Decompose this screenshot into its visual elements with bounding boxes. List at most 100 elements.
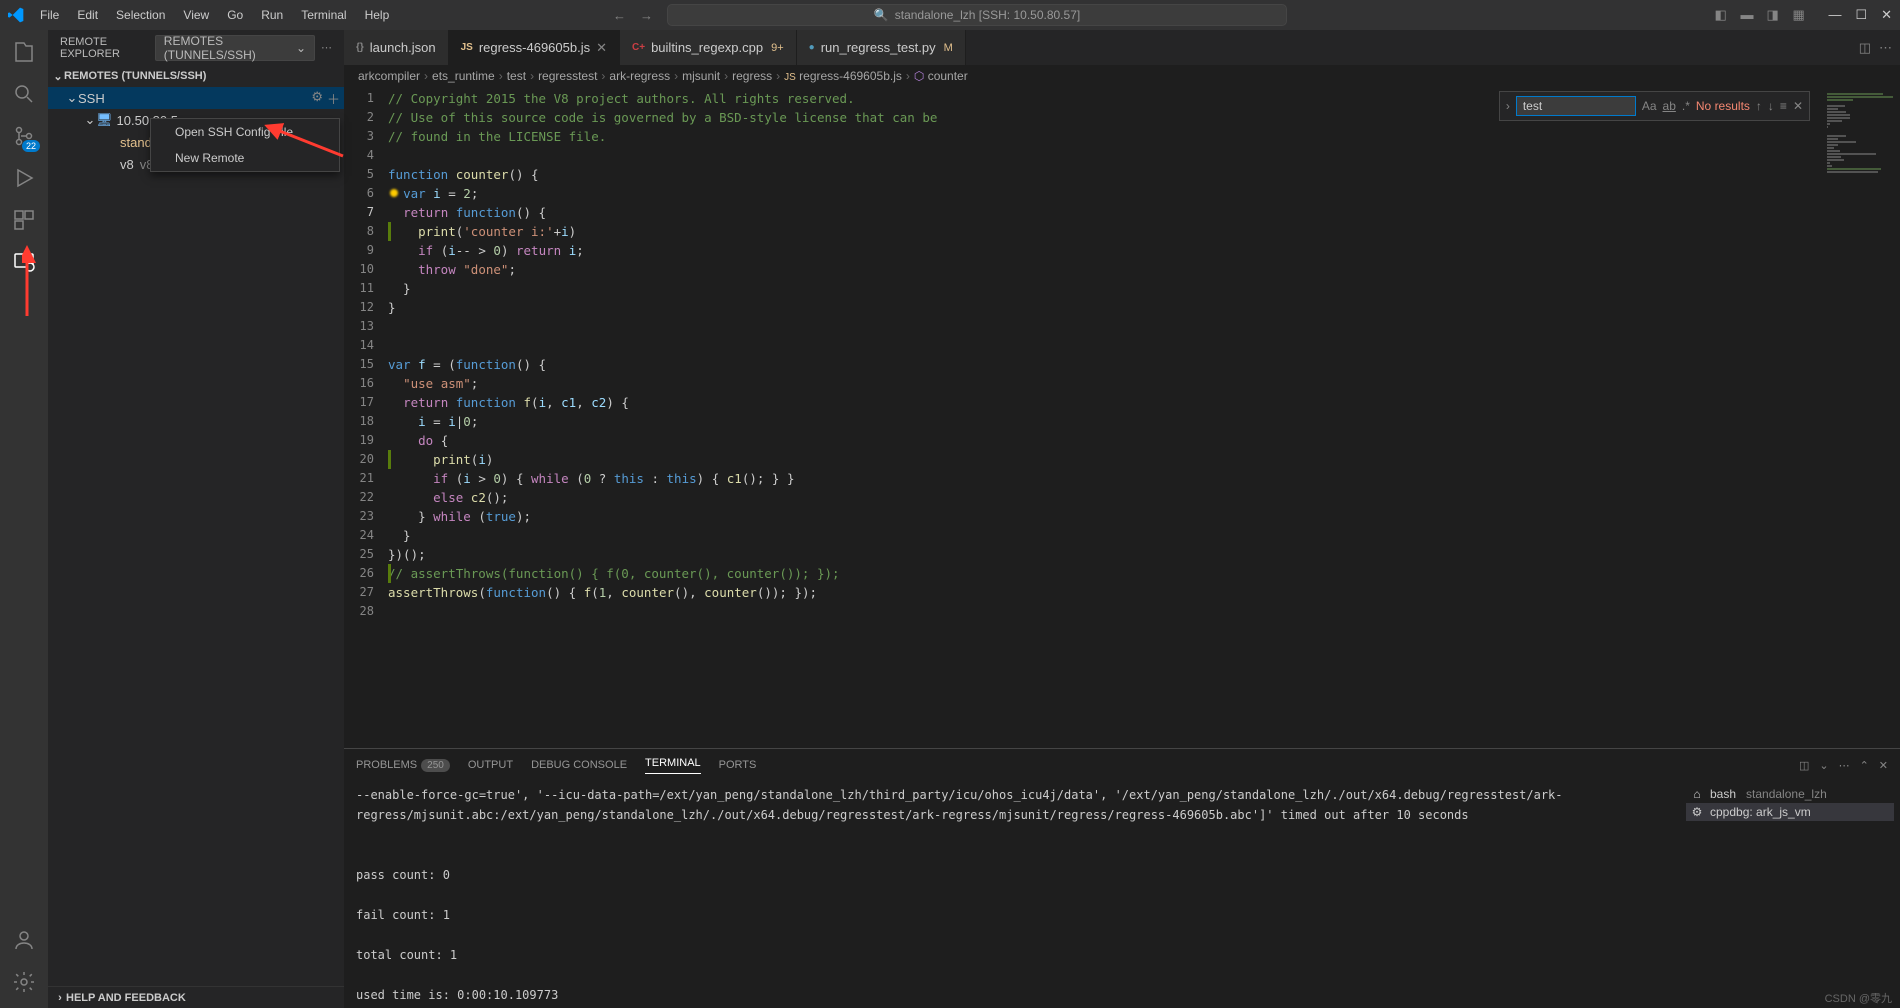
close-tab-icon[interactable]: ✕ bbox=[596, 40, 607, 56]
breadcrumb-item[interactable]: ets_runtime bbox=[432, 69, 495, 83]
close-find-icon[interactable]: ✕ bbox=[1793, 99, 1803, 113]
menu-selection[interactable]: Selection bbox=[108, 4, 173, 26]
breadcrumb-item[interactable]: mjsunit bbox=[682, 69, 720, 83]
breadcrumb-separator-icon: › bbox=[530, 69, 534, 83]
more-icon[interactable]: ⋯ bbox=[1839, 759, 1850, 772]
chevron-right-icon: › bbox=[54, 992, 66, 1004]
help-feedback-section[interactable]: › HELP AND FEEDBACK bbox=[48, 986, 344, 1008]
menu-help[interactable]: Help bbox=[357, 4, 398, 26]
panel-badge: 250 bbox=[421, 759, 450, 772]
search-icon[interactable] bbox=[12, 82, 36, 106]
gear-icon[interactable]: ⚙ bbox=[311, 89, 323, 108]
more-icon[interactable]: ⋯ bbox=[321, 41, 332, 54]
nav-back-icon[interactable]: ← bbox=[613, 8, 626, 23]
title-bar: FileEditSelectionViewGoRunTerminalHelp ←… bbox=[0, 0, 1900, 30]
minimize-icon[interactable]: — bbox=[1828, 7, 1841, 23]
settings-gear-icon[interactable] bbox=[12, 970, 36, 994]
editor-body: 1234567891011121314151617181920212223242… bbox=[344, 87, 1900, 748]
maximize-icon[interactable]: ☐ bbox=[1855, 7, 1867, 23]
breadcrumb[interactable]: arkcompiler › ets_runtime › test › regresstest… bbox=[344, 65, 1900, 87]
match-word-icon[interactable]: ab bbox=[1663, 99, 1676, 113]
breadcrumb-separator-icon: › bbox=[499, 69, 503, 83]
tab[interactable]: C+builtins_regexp.cpp9+ bbox=[620, 30, 797, 65]
close-panel-icon[interactable]: ✕ bbox=[1879, 759, 1888, 772]
tab[interactable]: {}launch.json bbox=[344, 30, 449, 65]
search-label: standalone_lzh [SSH: 10.50.80.57] bbox=[895, 8, 1080, 22]
prev-match-icon[interactable]: ↑ bbox=[1756, 99, 1762, 113]
process-label: bash bbox=[1710, 787, 1736, 801]
breadcrumb-separator-icon: › bbox=[776, 69, 780, 83]
menu-file[interactable]: File bbox=[32, 4, 67, 26]
monitor-icon: 🖥 bbox=[96, 112, 113, 128]
process-label: cppdbg: ark_js_vm bbox=[1710, 805, 1811, 819]
breadcrumb-item[interactable]: regress bbox=[732, 69, 772, 83]
panel-tab-output[interactable]: OUTPUT bbox=[468, 759, 513, 771]
breadcrumb-item[interactable]: regresstest bbox=[538, 69, 597, 83]
file-icon: JS bbox=[461, 42, 473, 53]
section-header[interactable]: ⌄ REMOTES (TUNNELS/SSH) bbox=[48, 65, 344, 87]
run-debug-icon[interactable] bbox=[12, 166, 36, 190]
menu-edit[interactable]: Edit bbox=[69, 4, 106, 26]
panel-tab-terminal[interactable]: TERMINAL bbox=[645, 757, 701, 774]
layout-sidebar-left-icon[interactable]: ◧ bbox=[1714, 7, 1730, 23]
terminal-process-list: ⌂bashstandalone_lzh⚙cppdbg: ark_js_vm bbox=[1680, 781, 1900, 1008]
ssh-group-row[interactable]: ⌄ SSH ⚙ ＋ bbox=[48, 87, 344, 109]
terminal-split-icon[interactable]: ◫ bbox=[1799, 759, 1809, 772]
find-input[interactable] bbox=[1516, 96, 1636, 116]
file-icon: {} bbox=[356, 42, 364, 53]
remotes-selector[interactable]: Remotes (Tunnels/SSH) ⌄ bbox=[155, 35, 315, 61]
breadcrumb-item[interactable]: ⬡ counter bbox=[914, 69, 968, 83]
menu-run[interactable]: Run bbox=[253, 4, 291, 26]
close-window-icon[interactable]: ✕ bbox=[1881, 7, 1892, 23]
minimap[interactable] bbox=[1820, 87, 1900, 748]
ssh-label: SSH bbox=[78, 91, 105, 106]
tab[interactable]: ●run_regress_test.pyM bbox=[797, 30, 966, 65]
breadcrumb-item[interactable]: test bbox=[507, 69, 526, 83]
explorer-icon[interactable] bbox=[12, 40, 36, 64]
source-control-icon[interactable]: 22 bbox=[12, 124, 36, 148]
command-center[interactable]: 🔍 standalone_lzh [SSH: 10.50.80.57] bbox=[667, 4, 1287, 26]
layout-panel-icon[interactable]: ▬ bbox=[1740, 7, 1756, 23]
chevron-down-icon: ⌄ bbox=[52, 70, 64, 83]
breadcrumb-item[interactable]: JS regress-469605b.js bbox=[784, 69, 902, 83]
layout-sidebar-right-icon[interactable]: ◨ bbox=[1766, 7, 1782, 23]
maximize-panel-icon[interactable]: ⌃ bbox=[1860, 759, 1869, 772]
next-match-icon[interactable]: ↓ bbox=[1768, 99, 1774, 113]
terminal-output[interactable]: --enable-force-gc=true', '--icu-data-pat… bbox=[344, 781, 1680, 1008]
split-editor-icon[interactable]: ◫ bbox=[1859, 40, 1871, 56]
plus-icon[interactable]: ＋ bbox=[327, 89, 340, 108]
more-icon[interactable]: ⋯ bbox=[1879, 40, 1892, 56]
file-icon: ● bbox=[809, 42, 815, 53]
find-menu-icon[interactable]: ≡ bbox=[1780, 99, 1787, 113]
layout-customize-icon[interactable]: ▦ bbox=[1792, 7, 1808, 23]
panel-tab-problems[interactable]: PROBLEMS250 bbox=[356, 759, 450, 771]
activity-bar: 22 bbox=[0, 30, 48, 1008]
sidebar: REMOTE EXPLORER Remotes (Tunnels/SSH) ⌄ … bbox=[48, 30, 344, 1008]
terminal-process[interactable]: ⌂bashstandalone_lzh bbox=[1686, 785, 1894, 803]
accounts-icon[interactable] bbox=[12, 928, 36, 952]
watermark: CSDN @零九 bbox=[1825, 990, 1892, 1006]
chevron-down-icon[interactable]: ⌄ bbox=[1819, 759, 1828, 772]
tab-label: regress-469605b.js bbox=[479, 40, 590, 55]
breadcrumb-item[interactable]: ark-regress bbox=[609, 69, 670, 83]
panel-tab-debug-console[interactable]: DEBUG CONSOLE bbox=[531, 759, 627, 771]
extensions-icon[interactable] bbox=[12, 208, 36, 232]
nav-forward-icon[interactable]: → bbox=[640, 8, 653, 23]
breadcrumb-item[interactable]: arkcompiler bbox=[358, 69, 420, 83]
tab-label: builtins_regexp.cpp bbox=[651, 40, 763, 55]
breadcrumb-separator-icon: › bbox=[601, 69, 605, 83]
menu-go[interactable]: Go bbox=[219, 4, 251, 26]
breadcrumb-separator-icon: › bbox=[906, 69, 910, 83]
menu-view[interactable]: View bbox=[175, 4, 217, 26]
chevron-right-icon[interactable]: › bbox=[1506, 99, 1510, 113]
code-content[interactable]: // Copyright 2015 the V8 project authors… bbox=[388, 87, 1820, 748]
folder-label: v8 bbox=[120, 157, 134, 172]
panel-tab-ports[interactable]: PORTS bbox=[719, 759, 757, 771]
match-case-icon[interactable]: Aa bbox=[1642, 99, 1657, 113]
regex-icon[interactable]: .* bbox=[1682, 99, 1690, 113]
find-result: No results bbox=[1696, 99, 1750, 113]
tab[interactable]: JS regress-469605b.js ✕ bbox=[449, 30, 620, 65]
terminal-process[interactable]: ⚙cppdbg: ark_js_vm bbox=[1686, 803, 1894, 821]
menu-terminal[interactable]: Terminal bbox=[293, 4, 354, 26]
annotation-arrow-icon bbox=[22, 238, 62, 318]
